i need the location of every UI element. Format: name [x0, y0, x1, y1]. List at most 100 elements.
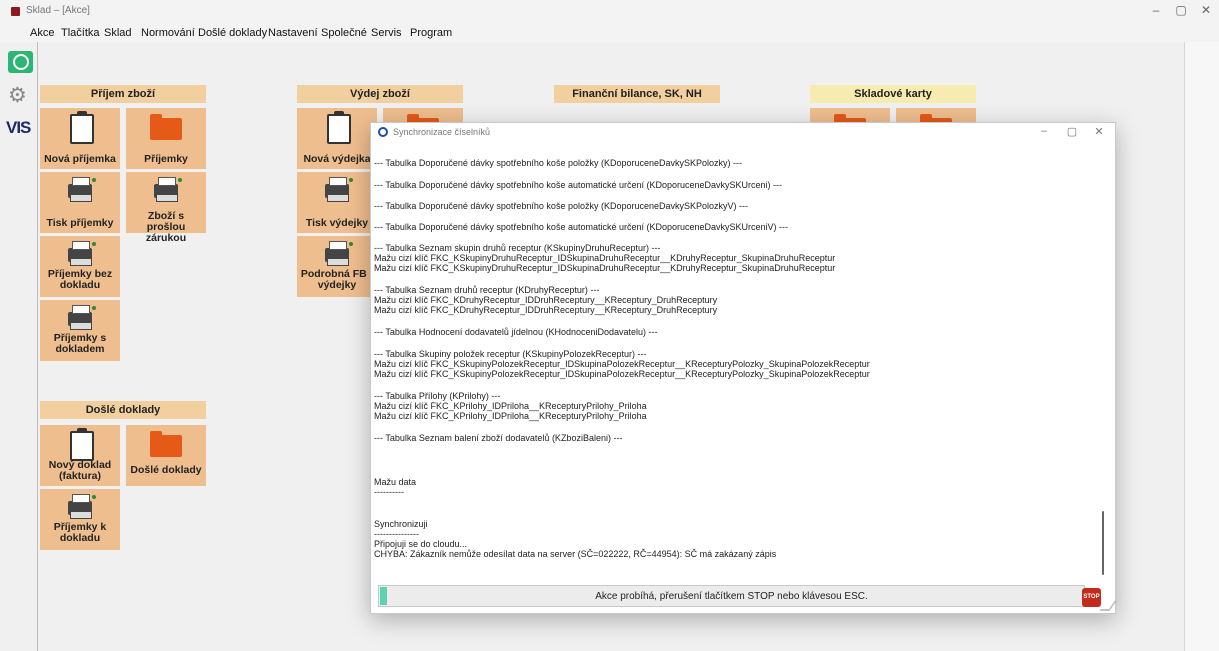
- clipboard-icon: [327, 111, 351, 144]
- progress-bar: Akce probíhá, přerušení tlačítkem STOP n…: [378, 585, 1085, 607]
- log-line: Mažu cizí klíč FKC_KPrilohy_IDPriloha__K…: [374, 411, 647, 421]
- tile-label: Nová výdejka: [303, 153, 371, 165]
- printer-icon: [325, 177, 349, 202]
- tile-label: Příjemky s dokladem: [53, 332, 107, 355]
- home-button[interactable]: [8, 51, 33, 73]
- minimize-button[interactable]: –: [1146, 3, 1166, 17]
- menu-normovani[interactable]: Normování: [141, 27, 195, 39]
- menu-nastaveni[interactable]: Nastavení: [268, 27, 318, 39]
- log-line: CHYBA: Zákazník nemůže odesílat data na …: [374, 549, 777, 559]
- status-text: Akce probíhá, přerušení tlačítkem STOP n…: [595, 591, 868, 602]
- sync-dialog: Synchronizace číselníků – ▢ ✕ --- Tabulk…: [370, 122, 1117, 614]
- menu-bar: Akce Tlačítka Sklad Normování Došlé dokl…: [0, 22, 1219, 61]
- tile-tisk-vydejky[interactable]: Tisk výdejky: [297, 172, 377, 233]
- log-line: --- Tabulka Přílohy (KPrilohy) ---: [374, 391, 501, 401]
- tile-dosle-doklady[interactable]: Došlé doklady: [126, 425, 206, 486]
- log-line: ----------: [374, 487, 404, 497]
- log-line: --- Tabulka Hodnocení dodavatelů jídelno…: [374, 327, 658, 337]
- stop-label: STOP: [1083, 594, 1100, 600]
- printer-status-dot: [92, 495, 96, 499]
- sync-log: --- Tabulka Doporučené dávky spotřebního…: [374, 147, 1098, 579]
- log-line: Mažu cizí klíč FKC_KSkupinyDruhuReceptur…: [374, 253, 836, 263]
- scroll-thumb[interactable]: [1102, 511, 1104, 575]
- dialog-minimize-button[interactable]: –: [1035, 125, 1053, 137]
- tile-nova-vydejka[interactable]: Nová výdejka: [297, 108, 377, 169]
- tile-label: Tisk příjemky: [46, 217, 114, 229]
- tile-prijemky-s-dokladem[interactable]: Příjemky s dokladem: [40, 300, 120, 361]
- log-line: Mažu cizí klíč FKC_KDruhyReceptur_IDDruh…: [374, 295, 718, 305]
- log-line: Mažu cizí klíč FKC_KPrilohy_IDPriloha__K…: [374, 401, 647, 411]
- log-line: --- Tabulka Doporučené dávky spotřebního…: [374, 222, 789, 232]
- printer-status-dot: [178, 178, 182, 182]
- printer-icon: [68, 177, 92, 202]
- log-scrollbar[interactable]: [1099, 147, 1107, 579]
- menu-spolecne[interactable]: Společné: [321, 27, 367, 39]
- log-line: Synchronizuji: [374, 519, 428, 529]
- dialog-title: Synchronizace číselníků: [393, 127, 491, 137]
- tile-podrobna-fb-vydejky[interactable]: Podrobná FB - výdejky: [297, 236, 377, 297]
- tile-label: Příjemky bez dokladu: [47, 268, 113, 291]
- clipboard-icon: [70, 111, 94, 144]
- tile-prijemky-k-dokladu[interactable]: Příjemky k dokladu: [40, 489, 120, 550]
- printer-icon: [68, 241, 92, 266]
- close-button[interactable]: ✕: [1196, 3, 1216, 17]
- printer-icon: [154, 177, 178, 202]
- printer-icon: [68, 305, 92, 330]
- menu-servis[interactable]: Servis: [371, 27, 402, 39]
- log-line: --- Tabulka Skupiny položek receptur (KS…: [374, 349, 647, 359]
- tile-label: Nová příjemka: [44, 153, 116, 165]
- printer-icon: [325, 241, 349, 266]
- log-line: ---------------: [374, 529, 419, 539]
- printer-icon: [68, 494, 92, 519]
- menu-sklad[interactable]: Sklad: [104, 27, 132, 39]
- section-financni-bilance: Finanční bilance, SK, NH: [554, 85, 720, 103]
- tile-tisk-prijemky[interactable]: Tisk příjemky: [40, 172, 120, 233]
- dialog-titlebar: Synchronizace číselníků – ▢ ✕: [371, 123, 1115, 143]
- menu-akce[interactable]: Akce: [30, 27, 54, 39]
- window-titlebar: Sklad – [Akce] – ▢ ✕: [0, 0, 1219, 22]
- tile-prijemky-bez-dokladu[interactable]: Příjemky bez dokladu: [40, 236, 120, 297]
- tile-label: Podrobná FB - výdejky: [300, 268, 374, 291]
- log-line: --- Tabulka Seznam skupin druhů receptur…: [374, 243, 661, 253]
- menu-tlacitka[interactable]: Tlačítka: [61, 27, 100, 39]
- printer-status-dot: [92, 242, 96, 246]
- log-line: --- Tabulka Seznam druhů receptur (KDruh…: [374, 285, 600, 295]
- log-line: --- Tabulka Doporučené dávky spotřebního…: [374, 201, 749, 211]
- section-prijem-zbozi: Příjem zboží: [40, 85, 206, 103]
- gear-icon[interactable]: ⚙: [8, 83, 27, 108]
- printer-status-dot: [349, 242, 353, 246]
- menu-dosle-doklady[interactable]: Došlé doklady: [198, 27, 267, 39]
- tile-label: Tisk výdejky: [305, 217, 369, 229]
- circle-icon: [13, 54, 29, 70]
- section-dosle-doklady: Došlé doklady: [40, 401, 206, 419]
- tile-label: Zboží s prošlou zárukou: [145, 210, 187, 244]
- log-line: Mažu cizí klíč FKC_KSkupinyPolozekRecept…: [374, 359, 870, 369]
- sync-icon: [378, 127, 388, 137]
- resize-grip[interactable]: [1099, 601, 1117, 611]
- log-line: Mažu cizí klíč FKC_KDruhyReceptur_IDDruh…: [374, 305, 718, 315]
- tile-zbozi-s-proslou-zarukou[interactable]: Zboží s prošlou zárukou: [126, 172, 206, 244]
- vis-logo: VIS: [6, 118, 31, 137]
- dialog-close-button[interactable]: ✕: [1090, 125, 1108, 138]
- window-title: Sklad – [Akce]: [26, 5, 90, 16]
- log-line: Připojuji se do cloudu...: [374, 539, 468, 549]
- folder-icon: [150, 431, 182, 457]
- dialog-maximize-button[interactable]: ▢: [1063, 125, 1081, 138]
- app-icon: [11, 7, 20, 16]
- tile-label: Příjemky: [144, 153, 188, 165]
- right-panel: [1184, 42, 1219, 651]
- maximize-button[interactable]: ▢: [1171, 3, 1191, 17]
- tile-label: Došlé doklady: [130, 464, 202, 476]
- tile-nova-prijemka[interactable]: Nová příjemka: [40, 108, 120, 169]
- log-line: --- Tabulka Doporučené dávky spotřebního…: [374, 180, 783, 190]
- section-skladove-karty: Skladové karty: [810, 85, 976, 103]
- stop-button[interactable]: STOP: [1082, 588, 1101, 607]
- tile-novy-doklad[interactable]: Nový doklad (faktura): [40, 425, 120, 486]
- clipboard-icon: [70, 428, 94, 461]
- log-line: --- Tabulka Seznam balení zboží dodavate…: [374, 433, 623, 443]
- tile-label: Příjemky k dokladu: [53, 521, 107, 544]
- menu-program[interactable]: Program: [410, 27, 452, 39]
- tile-label: Nový doklad (faktura): [48, 459, 112, 482]
- log-line: Mažu data: [374, 477, 417, 487]
- tile-prijemky[interactable]: Příjemky: [126, 108, 206, 169]
